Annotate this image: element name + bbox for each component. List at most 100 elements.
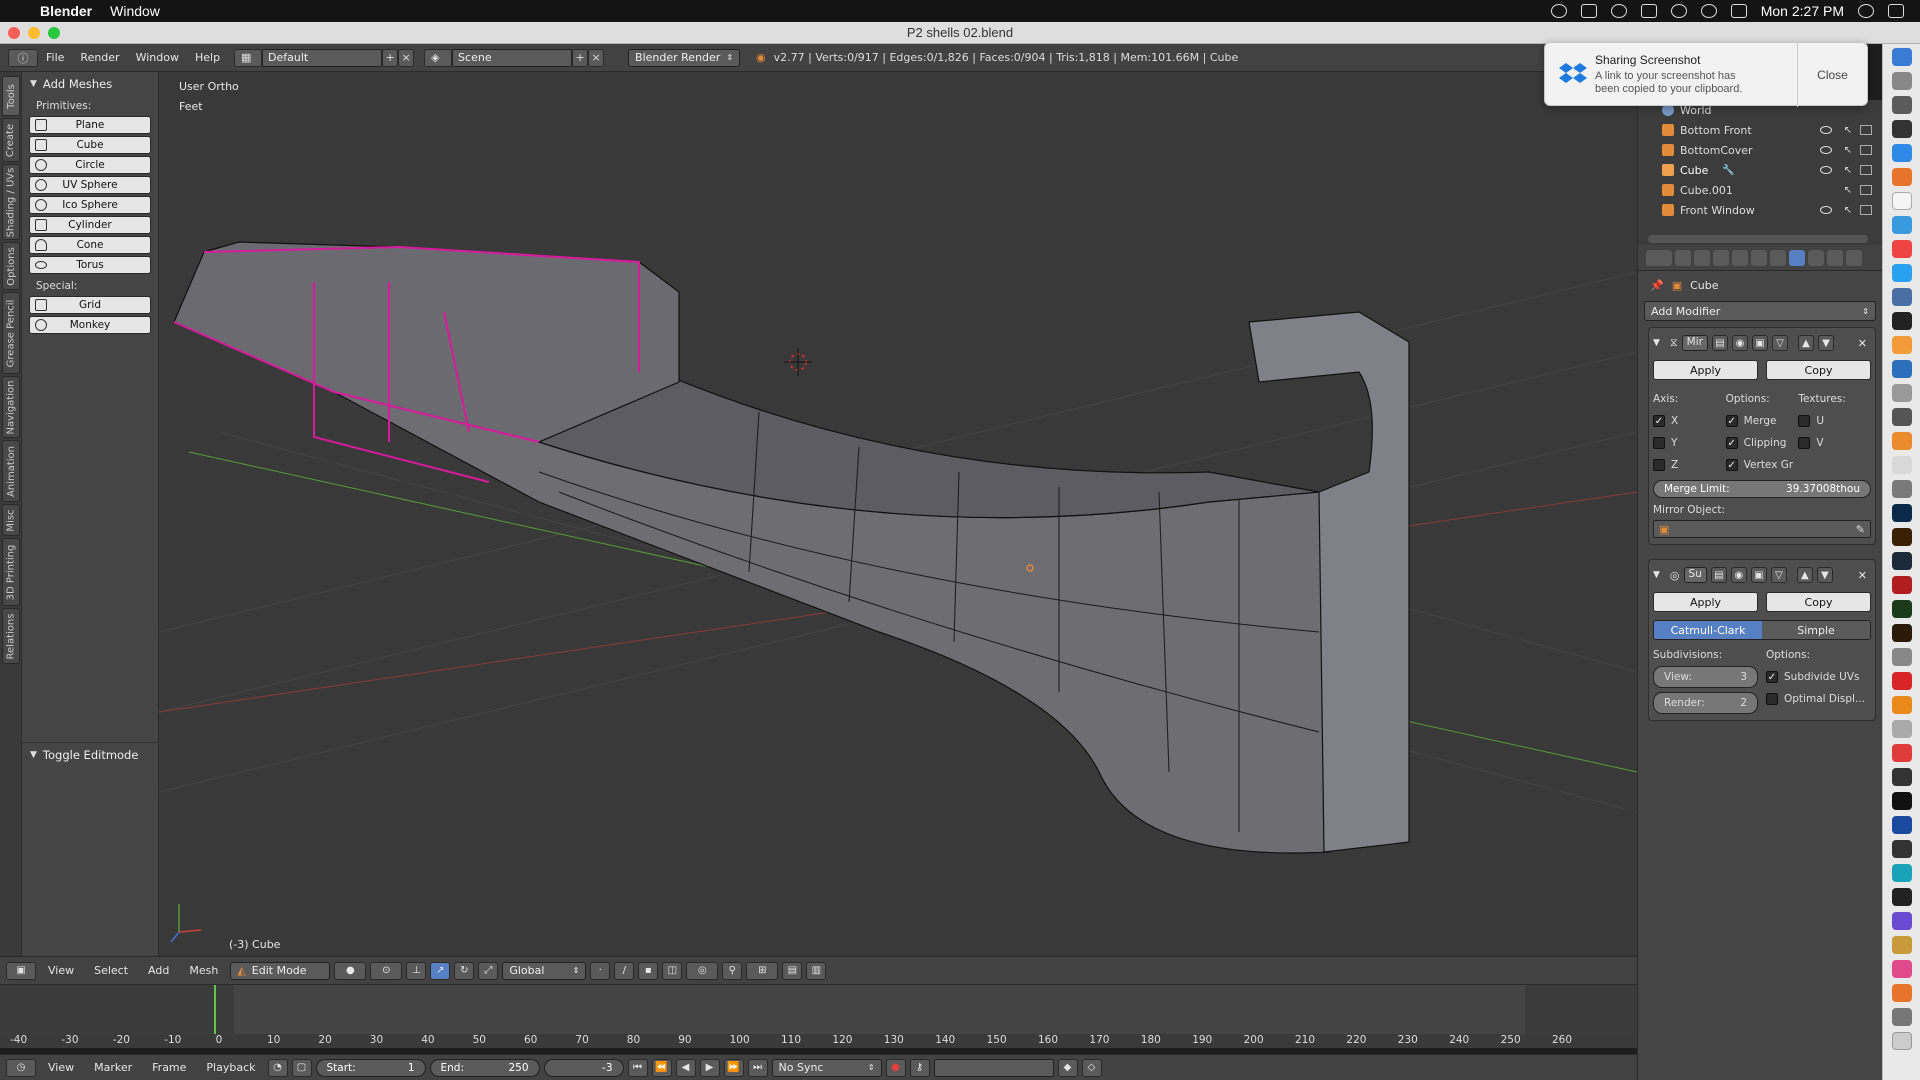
constraints-tab-icon[interactable]: [1770, 249, 1786, 266]
terminal-icon[interactable]: [1892, 312, 1912, 330]
current-frame-field[interactable]: -3: [543, 1058, 624, 1077]
viewport-shading-icon[interactable]: ●: [334, 961, 367, 980]
remove-modifier-icon[interactable]: ✕: [1858, 569, 1867, 582]
safari-icon[interactable]: [1892, 144, 1912, 162]
texture-u-checkbox[interactable]: U: [1798, 410, 1871, 432]
photos-icon[interactable]: [1892, 336, 1912, 354]
tab-relations[interactable]: Relations: [2, 608, 20, 664]
acrobat-icon[interactable]: [1892, 576, 1912, 594]
menu-render[interactable]: Render: [72, 51, 127, 64]
spotlight-search-icon[interactable]: [1858, 4, 1874, 18]
tab-create[interactable]: Create: [2, 118, 20, 162]
unity-icon[interactable]: [1892, 792, 1912, 810]
cage-toggle-icon[interactable]: ▽: [1771, 335, 1788, 351]
timeline-menu-frame[interactable]: Frame: [144, 1061, 194, 1074]
play-icon[interactable]: ▶: [699, 1058, 720, 1077]
remove-scene-icon[interactable]: ×: [588, 48, 605, 67]
messages-icon[interactable]: [1892, 264, 1912, 282]
timeline-menu-view[interactable]: View: [40, 1061, 82, 1074]
move-down-icon[interactable]: ▼: [1817, 335, 1834, 351]
timeline-menu-playback[interactable]: Playback: [198, 1061, 263, 1074]
volume-icon[interactable]: [1730, 4, 1747, 18]
material-tab-icon[interactable]: [1827, 249, 1843, 266]
select-cursor-icon[interactable]: ↖: [1844, 185, 1852, 196]
add-meshes-panel-header[interactable]: ▼ Add Meshes: [22, 72, 158, 96]
app-icon-30[interactable]: [1892, 744, 1912, 762]
snap-toggle-icon[interactable]: ⚲: [722, 961, 743, 980]
photoshop-icon[interactable]: [1892, 504, 1912, 522]
creative-cloud-icon[interactable]: [1550, 4, 1567, 18]
outliner-item-cube[interactable]: Cube 🔧 ↖: [1638, 160, 1882, 180]
clipping-checkbox[interactable]: ✓ Clipping: [1725, 432, 1799, 454]
visibility-eye-icon[interactable]: [1820, 146, 1832, 154]
jump-start-icon[interactable]: ⏮: [627, 1058, 648, 1077]
viewport-toggle-icon[interactable]: ◉: [1730, 567, 1747, 583]
editor-type-info-icon[interactable]: ⓘ: [8, 48, 38, 67]
screen-layout-field[interactable]: Default: [262, 48, 383, 67]
add-ico-sphere-button[interactable]: Ico Sphere: [29, 196, 151, 214]
merge-limit-field[interactable]: Merge Limit: 39.37008thou: [1653, 480, 1871, 498]
select-cursor-icon[interactable]: ↖: [1844, 145, 1852, 156]
add-monkey-button[interactable]: Monkey: [29, 316, 151, 334]
chrome-icon[interactable]: [1892, 456, 1912, 474]
simple-option[interactable]: Simple: [1762, 621, 1870, 639]
clock[interactable]: Mon 2:27 PM: [1761, 3, 1844, 19]
preview-range-icon[interactable]: ◔: [267, 1058, 288, 1077]
record-icon[interactable]: ●: [885, 1058, 906, 1077]
cage-toggle-icon[interactable]: ▽: [1770, 567, 1787, 583]
axis-x-checkbox[interactable]: ✓ X: [1653, 410, 1726, 432]
mail-icon[interactable]: [1892, 216, 1912, 234]
data-tab-icon[interactable]: [1808, 249, 1824, 266]
edge-select-icon[interactable]: /: [614, 961, 635, 980]
add-uv-sphere-button[interactable]: UV Sphere: [29, 176, 151, 194]
layout-grid-icon[interactable]: ▦: [234, 48, 263, 67]
mirror-apply-button[interactable]: Apply: [1653, 360, 1758, 380]
move-up-icon[interactable]: ▲: [1796, 567, 1813, 583]
add-modifier-dropdown[interactable]: Add Modifier ⇕: [1644, 301, 1876, 321]
render-toggle-icon[interactable]: ▤: [1710, 567, 1727, 583]
app-icon-27[interactable]: [1892, 672, 1912, 690]
add-grid-button[interactable]: Grid: [29, 296, 151, 314]
modifier-name-field[interactable]: Mir: [1681, 335, 1708, 351]
menu-file[interactable]: File: [38, 51, 72, 64]
collapse-triangle-icon[interactable]: ▼: [1653, 338, 1660, 348]
current-frame-cursor[interactable]: [214, 985, 216, 1035]
render-camera-icon[interactable]: [1860, 185, 1872, 195]
notes-icon[interactable]: [1892, 192, 1912, 210]
render-camera-icon[interactable]: [1860, 165, 1872, 175]
calendar-icon[interactable]: [1892, 240, 1912, 258]
bridge-icon[interactable]: [1892, 624, 1912, 642]
world-tab-icon[interactable]: [1732, 249, 1748, 266]
add-torus-button[interactable]: Torus: [29, 256, 151, 274]
outliner-item-bottomcover[interactable]: BottomCover ↖: [1638, 140, 1882, 160]
wifi-icon[interactable]: [1700, 4, 1717, 18]
render-camera-icon[interactable]: [1860, 125, 1872, 135]
dropbox-notification[interactable]: Sharing Screenshot A link to your screen…: [1544, 42, 1868, 107]
jump-keyframe-forward-icon[interactable]: ⏩: [723, 1058, 744, 1077]
manipulator-toggle-icon[interactable]: ⊥: [406, 961, 427, 980]
toggle-editmode-panel-header[interactable]: ▼ Toggle Editmode: [22, 742, 159, 766]
itunes-icon[interactable]: [1892, 960, 1912, 978]
add-plane-button[interactable]: Plane: [29, 116, 151, 134]
blender-app-icon[interactable]: [1892, 432, 1912, 450]
menu-help[interactable]: Help: [187, 51, 228, 64]
add-scene-icon[interactable]: +: [572, 48, 589, 67]
visibility-eye-icon[interactable]: [1820, 126, 1832, 134]
visibility-eye-icon[interactable]: [1820, 166, 1832, 174]
collapse-triangle-icon[interactable]: ▼: [1653, 570, 1660, 580]
modifier-name-field[interactable]: Su: [1683, 567, 1707, 583]
app-icon-33[interactable]: [1892, 816, 1912, 834]
remove-layout-icon[interactable]: ×: [398, 48, 415, 67]
select-cursor-icon[interactable]: ↖: [1844, 125, 1852, 136]
system-preferences-icon[interactable]: [1892, 96, 1912, 114]
texture-v-checkbox[interactable]: V: [1798, 432, 1871, 454]
activity-monitor-icon[interactable]: [1892, 120, 1912, 138]
jump-keyframe-back-icon[interactable]: ⏪: [651, 1058, 672, 1077]
transform-orientation-dropdown[interactable]: Global ⇕: [502, 961, 587, 980]
start-frame-field[interactable]: Start: 1: [315, 1058, 426, 1077]
scale-manipulator-icon[interactable]: ⤢: [478, 961, 499, 980]
muse-icon[interactable]: [1892, 600, 1912, 618]
tab-3d-printing[interactable]: 3D Printing: [2, 538, 20, 606]
lock-range-icon[interactable]: ▢: [291, 1058, 312, 1077]
mode-dropdown[interactable]: ◭ Edit Mode: [230, 961, 331, 980]
